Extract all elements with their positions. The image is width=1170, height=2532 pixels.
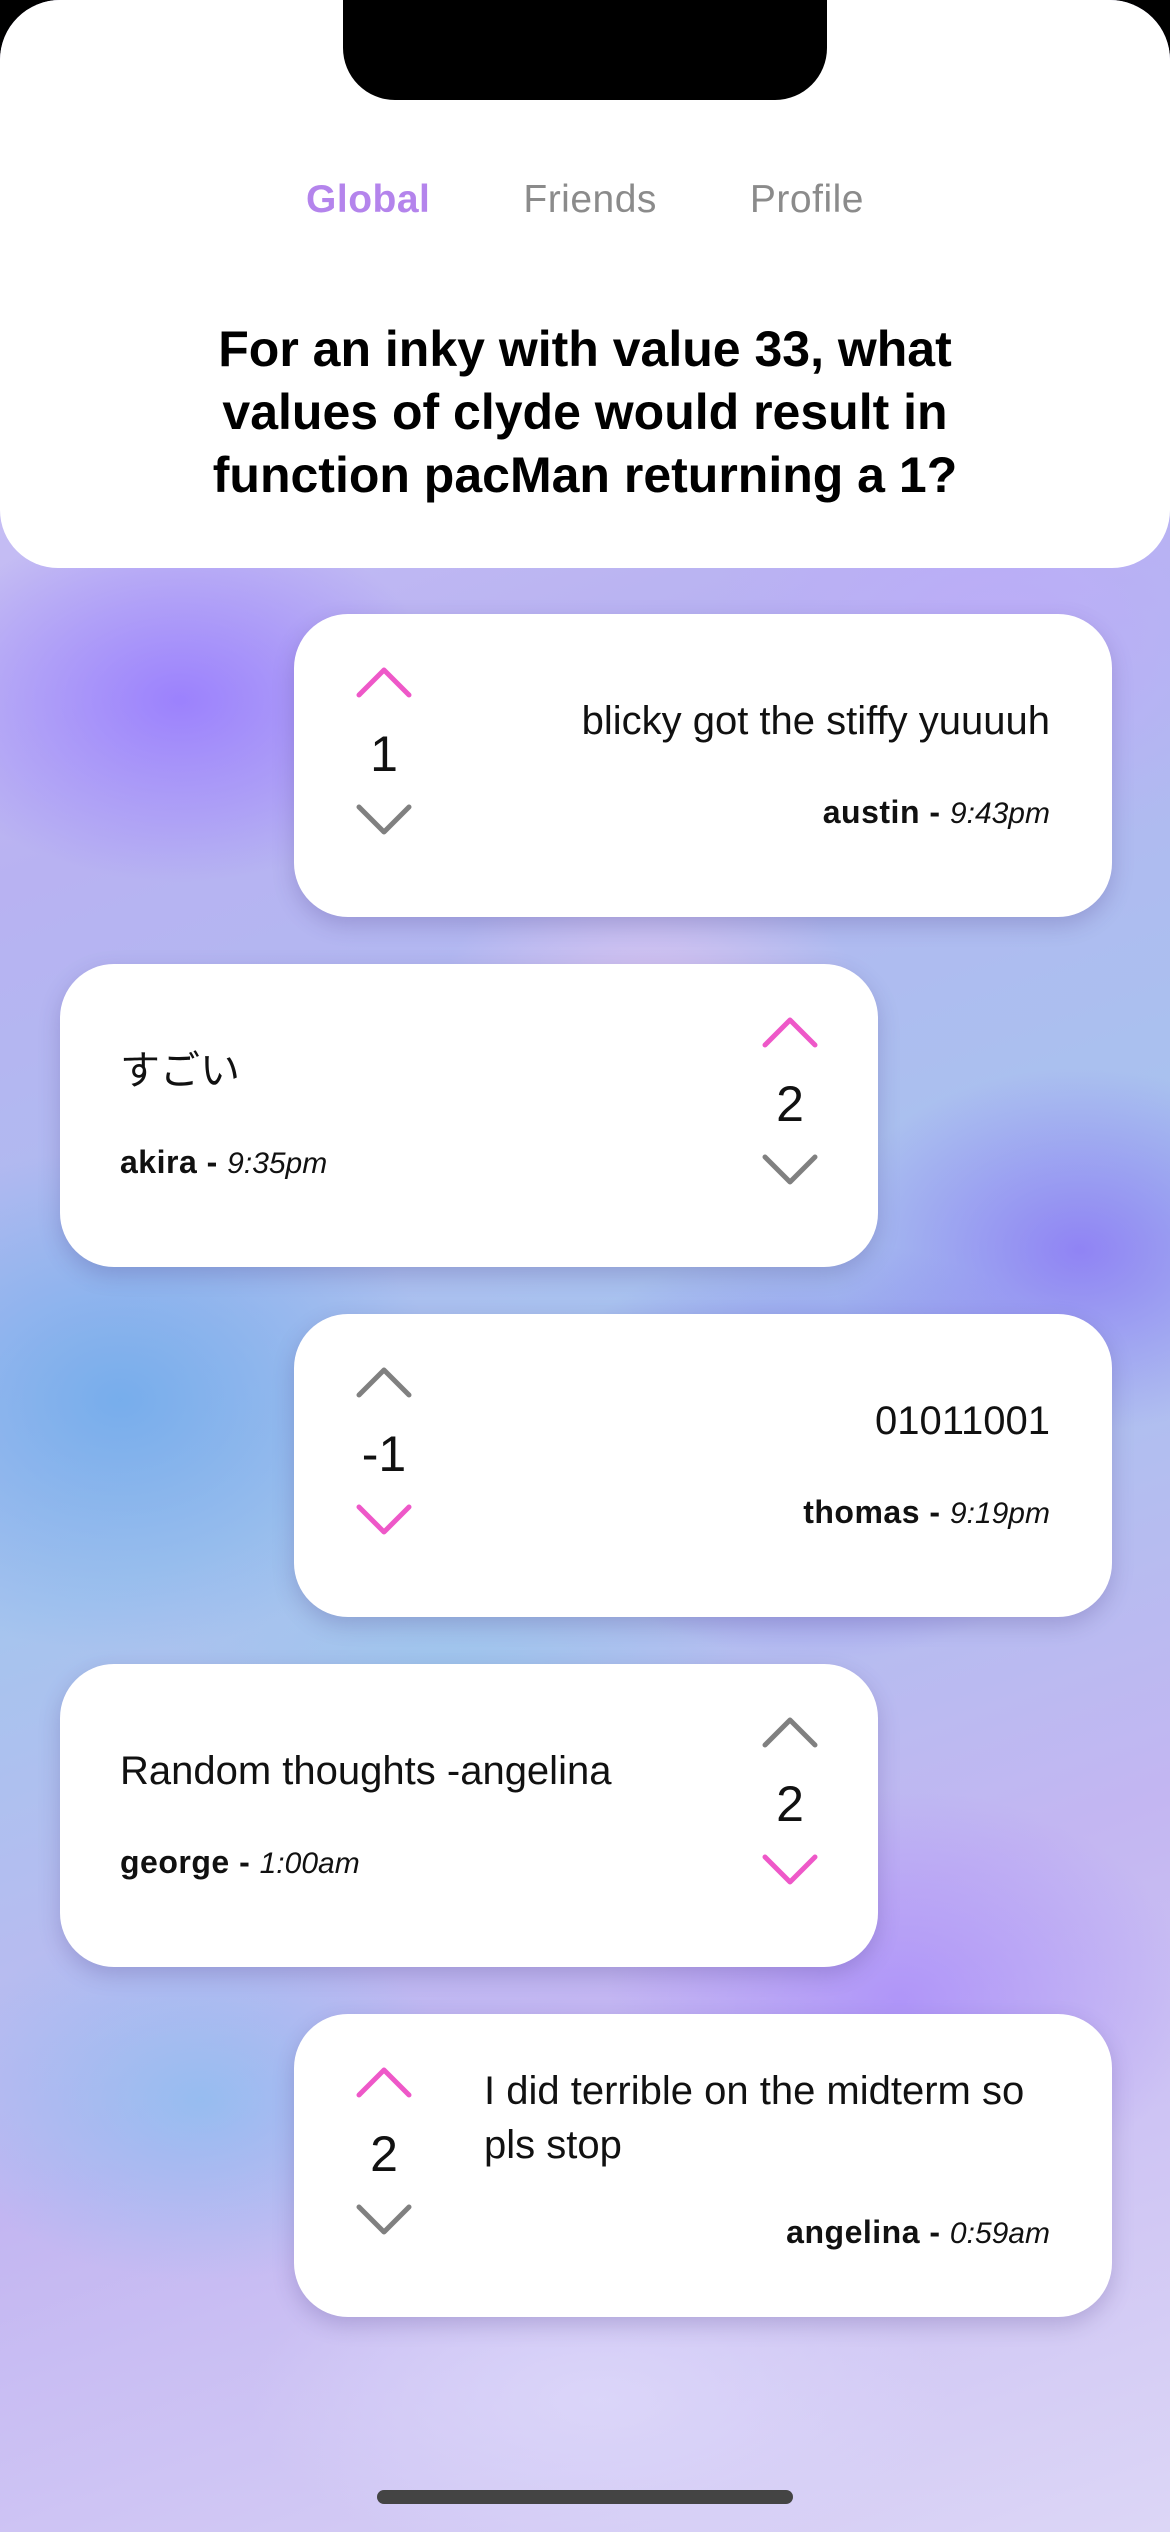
post-author[interactable]: angelina xyxy=(786,2214,920,2250)
post-meta: angelina - 0:59am xyxy=(786,2214,1050,2250)
upvote-arrow-icon[interactable] xyxy=(356,664,412,698)
upvote-arrow-icon[interactable] xyxy=(762,1014,818,1048)
post-time: 9:43pm xyxy=(949,797,1050,830)
device-notch xyxy=(343,0,827,100)
tab-global[interactable]: Global xyxy=(306,178,430,222)
post-card: 2 すごい akira - 9:35pm xyxy=(60,964,878,1267)
post-time: 9:35pm xyxy=(227,1147,328,1180)
post-card: 1 blicky got the stiffy yuuuuh austin - … xyxy=(294,614,1112,917)
post-time: 1:00am xyxy=(259,1847,360,1880)
downvote-arrow-icon[interactable] xyxy=(356,804,412,838)
post-message: Random thoughts -angelina xyxy=(120,1749,612,1793)
post-author[interactable]: george xyxy=(120,1844,230,1880)
downvote-arrow-icon[interactable] xyxy=(762,1154,818,1188)
vote-control: 2 xyxy=(740,1714,840,1914)
post-message: I did terrible on the midterm so pls sto… xyxy=(484,2069,1025,2167)
question-title: For an inky with value 33, what values o… xyxy=(212,321,958,503)
upvote-arrow-icon[interactable] xyxy=(356,1364,412,1398)
post-author[interactable]: thomas xyxy=(803,1494,920,1530)
post-card: 2 I did terrible on the midterm so pls s… xyxy=(294,2014,1112,2317)
tab-bar: Global Friends Profile xyxy=(0,178,1170,222)
app-screen: Global Friends Profile For an inky with … xyxy=(0,0,1170,2532)
vote-score: 2 xyxy=(776,1776,804,1832)
vote-control: -1 xyxy=(334,1364,434,1564)
post-meta: thomas - 9:19pm xyxy=(803,1494,1050,1530)
post-meta: george - 1:00am xyxy=(120,1844,360,1880)
vote-score: -1 xyxy=(361,1426,407,1482)
vote-control: 1 xyxy=(334,664,434,864)
upvote-arrow-icon[interactable] xyxy=(356,2064,412,2098)
post-card: 2 Random thoughts -angelina george - 1:0… xyxy=(60,1664,878,1967)
downvote-arrow-icon[interactable] xyxy=(356,2204,412,2238)
tab-friends[interactable]: Friends xyxy=(523,178,657,222)
post-meta: akira - 9:35pm xyxy=(120,1144,328,1180)
post-message: 01011001 xyxy=(875,1399,1050,1443)
vote-control: 2 xyxy=(740,1014,840,1214)
post-time: 9:19pm xyxy=(949,1497,1050,1530)
tab-profile[interactable]: Profile xyxy=(750,178,864,222)
vote-score: 2 xyxy=(370,2126,398,2182)
home-indicator[interactable] xyxy=(377,2490,793,2504)
post-card: -1 01011001 thomas - 9:19pm xyxy=(294,1314,1112,1617)
vote-score: 2 xyxy=(776,1076,804,1132)
downvote-arrow-icon[interactable] xyxy=(762,1854,818,1888)
post-message: blicky got the stiffy yuuuuh xyxy=(581,699,1050,743)
vote-score: 1 xyxy=(370,726,398,782)
post-time: 0:59am xyxy=(949,2217,1050,2250)
post-author[interactable]: akira xyxy=(120,1144,197,1180)
upvote-arrow-icon[interactable] xyxy=(762,1714,818,1748)
post-meta: austin - 9:43pm xyxy=(822,794,1050,830)
post-author[interactable]: austin xyxy=(823,794,920,830)
post-message: すごい xyxy=(120,1049,240,1093)
vote-control: 2 xyxy=(334,2064,434,2264)
downvote-arrow-icon[interactable] xyxy=(356,1504,412,1538)
